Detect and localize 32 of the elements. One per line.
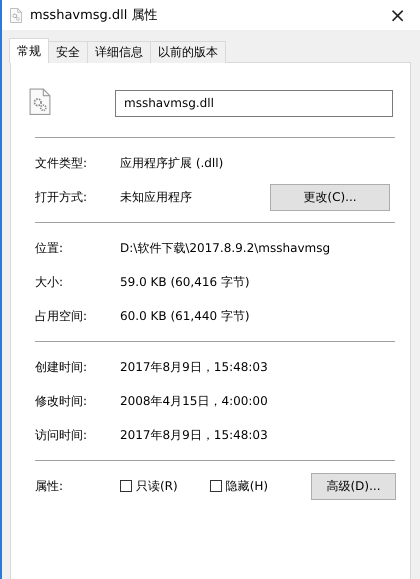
change-button[interactable]: 更改(C)... bbox=[270, 184, 390, 210]
tab[interactable]: 常规 bbox=[9, 38, 49, 63]
field-label: 打开方式: bbox=[35, 188, 88, 206]
field-value: 2017年8月9日，15:48:03 bbox=[120, 358, 269, 376]
field-value: 2008年4月15日，4:00:00 bbox=[120, 392, 269, 410]
checkbox[interactable] bbox=[120, 480, 132, 492]
file-icon bbox=[10, 8, 22, 22]
checkbox[interactable] bbox=[210, 480, 222, 492]
field-value: 应用程序扩展 (.dll) bbox=[120, 154, 224, 172]
field-label: 占用空间: bbox=[35, 308, 88, 324]
field-label: 创建时间: bbox=[35, 358, 88, 376]
advanced-button[interactable]: 高级(D)... bbox=[311, 472, 396, 500]
field-value: 未知应用程序 bbox=[120, 188, 193, 206]
checkbox-label: 隐藏(H) bbox=[226, 478, 268, 494]
file-icon bbox=[29, 88, 51, 116]
field-label: 位置: bbox=[35, 240, 64, 256]
field-label: 访问时间: bbox=[35, 426, 88, 444]
field-label: 大小: bbox=[35, 274, 64, 290]
field-value: D:\软件下载\2017.8.9.2\msshavmsg bbox=[120, 240, 332, 256]
file-name-field[interactable]: msshavmsg.dll bbox=[115, 90, 393, 116]
field-label: 修改时间: bbox=[35, 392, 88, 410]
field-label: 属性: bbox=[35, 478, 64, 494]
tab[interactable]: 安全 bbox=[48, 41, 88, 63]
field-value: 60.0 KB (61,440 字节) bbox=[120, 308, 251, 324]
tab[interactable]: 以前的版本 bbox=[150, 41, 226, 63]
window-title: msshavmsg.dll 属性 bbox=[30, 7, 159, 24]
field-value: 59.0 KB (60,416 字节) bbox=[120, 274, 251, 290]
field-value: 2017年8月9日，15:48:03 bbox=[120, 426, 269, 444]
field-label: 文件类型: bbox=[35, 154, 88, 172]
checkbox-label: 只读(R) bbox=[136, 478, 178, 494]
tab[interactable]: 详细信息 bbox=[87, 41, 151, 63]
close-button[interactable]: × bbox=[385, 3, 410, 27]
